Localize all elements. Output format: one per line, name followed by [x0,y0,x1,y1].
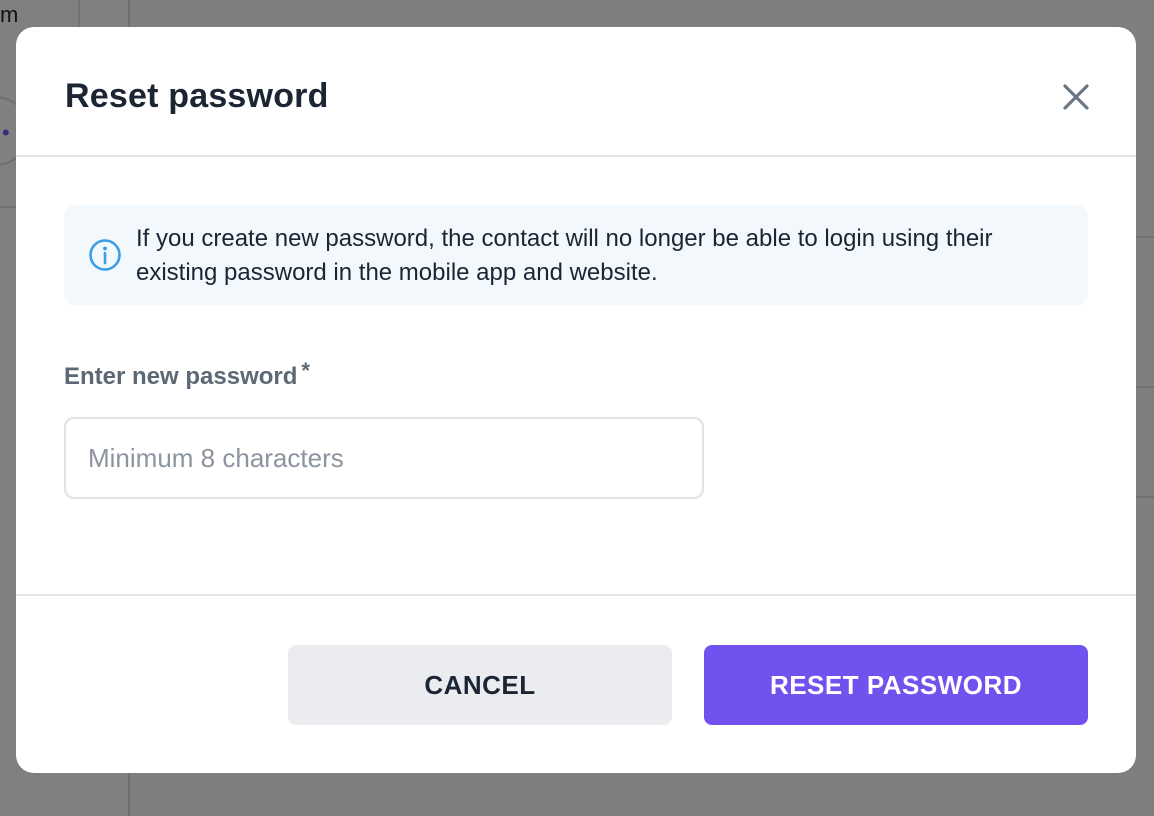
reset-password-dialog: Reset password If you create new passwor… [16,27,1136,773]
background-partial-text: m [0,2,19,27]
required-indicator: * [301,358,310,383]
footer-divider [16,594,1136,596]
info-banner: If you create new password, the contact … [64,205,1088,305]
password-label-text: Enter new password [64,363,298,390]
close-icon [1063,84,1089,110]
reset-password-button[interactable]: RESET PASSWORD [704,645,1088,725]
dialog-title: Reset password [65,77,329,115]
password-label: Enter new password * [64,358,310,391]
background-divider [78,0,80,30]
dialog-header: Reset password [16,27,1136,157]
info-icon [89,239,121,271]
background-divider [1136,496,1154,498]
background-divider [1136,386,1154,388]
new-password-input[interactable] [64,417,704,499]
info-message: If you create new password, the contact … [136,225,993,286]
close-button[interactable] [1056,77,1096,117]
background-divider [1136,236,1154,238]
cancel-button[interactable]: CANCEL [288,645,672,725]
